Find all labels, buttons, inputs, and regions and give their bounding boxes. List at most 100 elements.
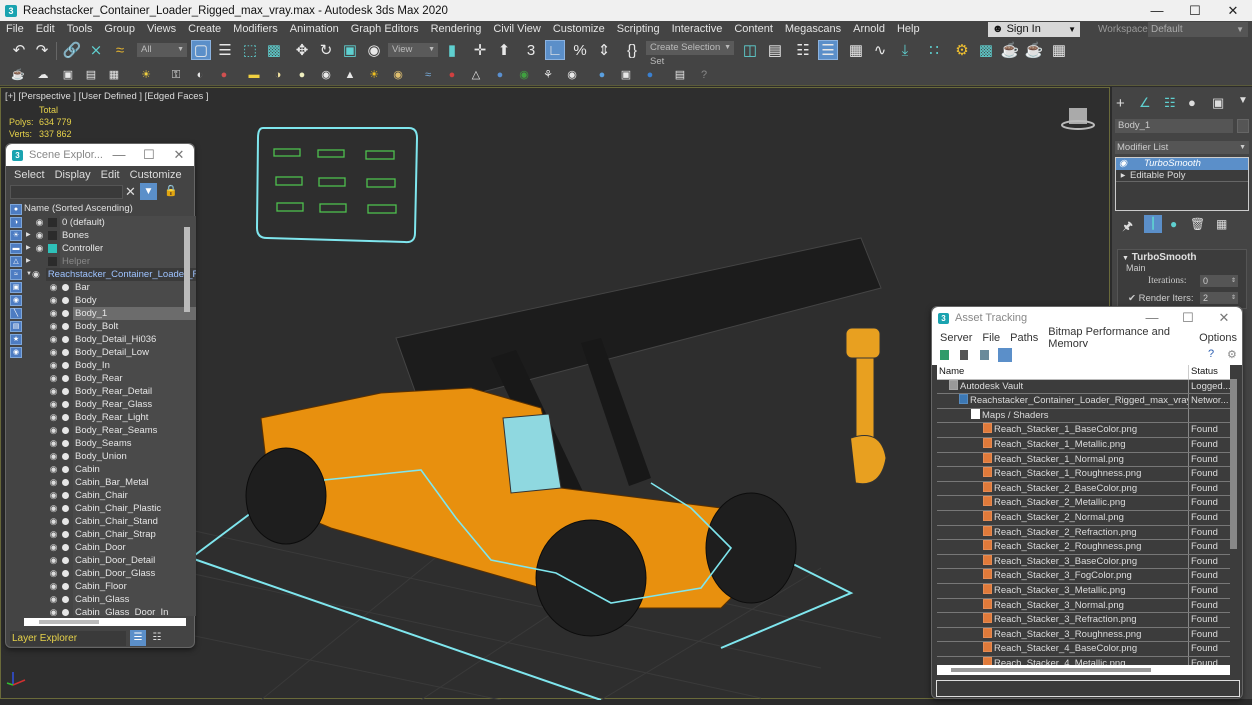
maximize-icon[interactable]: ☐ [1170,310,1206,326]
visibility-eye-icon[interactable]: ◉ [48,320,59,333]
expand-arrow-icon[interactable]: ▶ [26,229,34,242]
visibility-eye-icon[interactable]: ◉ [48,398,59,411]
vray-ambient-light-icon[interactable]: ◉ [390,67,406,83]
menu-file[interactable]: File [0,21,30,38]
edit-named-selection-icon[interactable]: {} [622,41,642,61]
viewport-layouts-icon[interactable]: ▦ [1049,41,1069,61]
object-row[interactable]: ◉ Bar [26,281,196,294]
layer-row[interactable]: ▶ ◉ Controller [26,242,196,255]
undo-icon[interactable]: ↶ [9,41,29,61]
object-row[interactable]: ◉ Cabin_Chair_Strap [26,528,196,541]
close-icon[interactable]: ✕ [1206,310,1242,326]
lock-icon[interactable]: 🔒 [164,184,178,197]
asset-row[interactable]: Reach_Stacker_3_Roughness.png Found [937,627,1230,643]
modify-tab-icon[interactable]: ∠ [1139,95,1151,111]
expand-arrow-icon[interactable]: ▶ [26,242,34,255]
object-row[interactable]: ◉ Body_Bolt [26,320,196,333]
hierarchy-tab-icon[interactable]: ☷ [1164,95,1176,111]
hierarchy-icon[interactable]: ☷ [150,630,164,646]
vray-sun-icon[interactable]: ☀ [366,67,382,83]
vray-material-icon[interactable]: ● [642,67,658,83]
menu-civil-view[interactable]: Civil View [487,21,546,38]
material-editor-icon[interactable]: ∷ [924,41,944,61]
filter-toggle-icon[interactable]: ▼ [140,183,157,200]
visibility-eye-icon[interactable]: ◉ [48,502,59,515]
visibility-eye-icon[interactable]: ◉ [48,554,59,567]
visibility-eye-icon[interactable]: ◉ [48,567,59,580]
scene-explorer-menu-display[interactable]: Display [50,169,96,181]
visibility-eye-icon[interactable]: ◉ [48,476,59,489]
object-row[interactable]: ◉ Cabin [26,463,196,476]
curve-editor-icon[interactable]: ∿ [870,41,890,61]
help-icon[interactable]: ? [1208,348,1214,360]
layer-stack-icon[interactable]: ☰ [130,630,146,646]
make-unique-icon[interactable]: ● [1170,217,1177,231]
explorer-type-dropdown[interactable]: Layer Explorer [10,631,126,646]
asset-path-field[interactable] [936,680,1240,697]
pivot-center-icon[interactable]: ▮ [442,41,462,61]
utilities-tab-icon[interactable]: ▼ [1238,95,1248,106]
highlight-editor-icon[interactable] [940,350,949,360]
display-geometry-icon[interactable]: ● [10,204,22,215]
vray-sphere-light-icon[interactable]: ● [294,67,310,83]
visibility-eye-icon[interactable]: ◉ [48,411,59,424]
angle-snap-icon[interactable]: ∟ [545,40,565,60]
remove-modifier-icon[interactable]: 🗑 [1190,217,1205,231]
visibility-eye-icon[interactable]: ◉ [48,333,59,346]
visibility-eye-icon[interactable]: ◉ [48,541,59,554]
maximize-icon[interactable]: ☐ [134,147,164,163]
asset-row[interactable]: Reach_Stacker_3_FogColor.png Found [937,569,1230,584]
close-icon[interactable]: ✕ [164,147,194,163]
scene-tree-scrollbar[interactable] [184,227,190,312]
object-row[interactable]: ◉ Cabin_Floor [26,580,196,593]
scene-explorer-menu-customize[interactable]: Customize [125,169,187,181]
render-in-cloud-icon[interactable]: ☕ [1024,41,1044,61]
settings-icon[interactable]: ⚙ [1227,348,1237,361]
asset-row[interactable]: Reachstacker_Container_Loader_Rigged_max… [937,394,1230,409]
menu-scripting[interactable]: Scripting [611,21,666,38]
scene-explorer-toggle-icon[interactable]: ☷ [793,41,813,61]
visibility-eye-icon[interactable]: ◉ [48,463,59,476]
checkbox-checked-icon[interactable]: ✔ [1128,293,1136,304]
visibility-eye-icon[interactable]: ◉ [48,281,59,294]
menu-edit[interactable]: Edit [30,21,61,38]
teapot-object-icon[interactable]: ☕ [10,67,26,83]
asset-row[interactable]: Reach_Stacker_2_Metallic.png Found [937,496,1230,511]
spinner-arrows-icon[interactable]: ⇕ [1231,275,1236,287]
object-row[interactable]: ◉ Cabin_Glass [26,593,196,606]
bind-to-space-warp-icon[interactable]: ≈ [110,41,130,61]
layer-explorer-toggle-icon[interactable]: ☰ [818,40,838,60]
visibility-eye-icon[interactable]: ◉ [48,593,59,606]
stack-item-editable-poly[interactable]: ▶ Editable Poly [1116,170,1248,182]
visibility-eye-icon[interactable]: ◉ [48,489,59,502]
menu-group[interactable]: Group [98,21,141,38]
object-row[interactable]: ◉ Body_Rear_Detail [26,385,196,398]
vray-proxy-icon[interactable]: ● [444,67,460,83]
iterations-spinner[interactable]: 0 ⇕ [1200,275,1238,287]
visibility-eye-icon[interactable]: ◉ [34,216,45,229]
visibility-eye-icon[interactable]: ◉ [48,385,59,398]
asset-row[interactable]: Reach_Stacker_1_Metallic.png Found [937,437,1230,453]
visibility-eye-icon[interactable]: ◉ [48,307,59,320]
sun-moon-icon[interactable]: ◐ [192,67,208,83]
menu-help[interactable]: Help [891,21,926,38]
vray-decal-icon[interactable]: ⚘ [540,67,556,83]
place-icon[interactable]: ◉ [364,41,384,61]
percent-snap-icon[interactable]: % [570,41,590,61]
visibility-eye-icon[interactable]: ◉ [48,580,59,593]
create-tab-icon[interactable]: + [1116,95,1125,112]
layer-row[interactable]: ▼ ◉ Reachstacker_Container_Loader_Ri [26,268,196,281]
object-row[interactable]: ◉ Body_In [26,359,196,372]
object-row[interactable]: ◉ Body [26,294,196,307]
object-row[interactable]: ◉ Cabin_Door [26,541,196,554]
object-row[interactable]: ◉ Cabin_Door_Detail [26,554,196,567]
show-end-result-icon[interactable]: ┃ [1144,215,1162,233]
asset-row[interactable]: Reach_Stacker_1_Roughness.png Found [937,467,1230,482]
visibility-eye-icon[interactable]: ◉ [48,606,59,616]
asset-row[interactable]: Reach_Stacker_3_Refraction.png Found [937,613,1230,628]
vray-fur-icon[interactable]: ≈ [420,67,436,83]
ribbon-toggle-icon[interactable]: ▦ [846,41,866,61]
vray-frame-buffer-icon[interactable]: ● [216,67,232,83]
asset-row[interactable]: Autodesk Vault Logged... [937,379,1230,395]
align-icon[interactable]: ▤ [765,41,785,61]
